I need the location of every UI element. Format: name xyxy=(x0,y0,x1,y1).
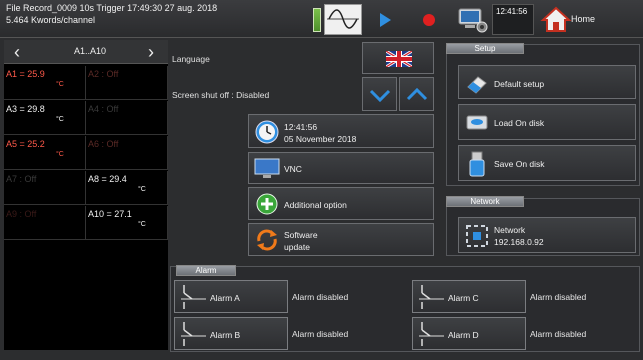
record-icon xyxy=(423,14,435,26)
uk-flag-icon xyxy=(386,51,412,67)
channel-cell[interactable]: A7 : Off xyxy=(4,171,86,205)
channel-value: A10 = 27.1 xyxy=(88,209,132,219)
channel-unit: °C xyxy=(138,221,146,228)
alarm-status: Alarm disabled xyxy=(530,329,587,339)
plus-icon xyxy=(256,193,278,215)
load-on-disk-button[interactable]: Load On disk xyxy=(458,104,636,140)
pc-settings-button[interactable] xyxy=(455,3,491,36)
channel-value: A9 : Off xyxy=(6,209,37,219)
disk-icon xyxy=(466,115,488,130)
alarm-button[interactable]: Alarm B xyxy=(174,317,288,350)
datetime-button[interactable]: 12:41:56 05 November 2018 xyxy=(248,114,434,148)
software-update-line1: Software xyxy=(284,230,318,240)
language-label: Language xyxy=(172,54,210,64)
chevron-down-icon xyxy=(369,89,391,103)
play-icon xyxy=(380,13,391,27)
alarm-name: Alarm B xyxy=(210,330,241,340)
alarm-switch-icon xyxy=(419,285,444,309)
pc-settings-icon xyxy=(458,8,488,33)
load-on-disk-label: Load On disk xyxy=(494,118,545,128)
chevron-left-icon[interactable]: ‹ xyxy=(14,43,20,61)
alarm-name: Alarm A xyxy=(210,293,240,303)
eraser-icon xyxy=(467,76,487,94)
network-ip: 192.168.0.92 xyxy=(494,237,544,247)
shutoff-down-button[interactable] xyxy=(362,77,397,111)
channel-cell[interactable]: A4 : Off xyxy=(86,101,168,135)
channel-cell[interactable]: A3 = 29.8 °C xyxy=(4,101,86,135)
default-setup-label: Default setup xyxy=(494,79,545,89)
channel-value: A5 = 25.2 xyxy=(6,139,45,149)
vnc-label: VNC xyxy=(284,164,302,174)
alarm-button[interactable]: Alarm C xyxy=(412,280,526,313)
channel-unit: °C xyxy=(56,151,64,158)
channel-value: A1 = 25.9 xyxy=(6,69,45,79)
channel-unit: °C xyxy=(138,186,146,193)
alarm-status: Alarm disabled xyxy=(292,292,349,302)
channel-value: A4 : Off xyxy=(88,104,119,114)
channel-unit: °C xyxy=(56,116,64,123)
alarm-switch-icon xyxy=(181,322,206,346)
usb-icon xyxy=(469,151,485,177)
waveform-icon xyxy=(327,9,359,29)
channel-cell[interactable]: A1 = 25.9 °C xyxy=(4,66,86,100)
alarm-name: Alarm C xyxy=(448,293,479,303)
channel-cell[interactable]: A2 : Off xyxy=(86,66,168,100)
channel-value: A7 : Off xyxy=(6,174,37,184)
alarm-switch-icon xyxy=(419,322,444,346)
alarm-button[interactable]: Alarm A xyxy=(174,280,288,313)
home-icon xyxy=(540,6,572,32)
channel-value: A2 : Off xyxy=(88,69,119,79)
datetime-date: 05 November 2018 xyxy=(284,134,357,144)
record-info: File Record_0009 10s Trigger 17:49:30 27… xyxy=(6,3,218,13)
alarm-name: Alarm D xyxy=(448,330,479,340)
chevron-right-icon[interactable]: › xyxy=(148,43,154,61)
home-label: Home xyxy=(571,14,596,24)
refresh-icon xyxy=(257,229,277,251)
network-label: Network xyxy=(494,225,526,235)
save-on-disk-button[interactable]: Save On disk xyxy=(458,145,636,181)
record-button[interactable] xyxy=(410,4,448,35)
clock-time: 12:41:56 xyxy=(496,7,528,16)
alarm-status: Alarm disabled xyxy=(530,292,587,302)
shutoff-up-button[interactable] xyxy=(399,77,434,111)
channel-unit: °C xyxy=(56,81,64,88)
vnc-button[interactable]: VNC xyxy=(248,152,434,184)
record-size: 5.464 Kwords/channel xyxy=(6,15,96,25)
channel-value: A3 = 29.8 xyxy=(6,104,45,114)
monitor-icon xyxy=(254,158,280,178)
clock-icon xyxy=(255,120,279,144)
channel-cell[interactable]: A6 : Off xyxy=(86,136,168,170)
channel-cell[interactable]: A10 = 27.1 °C xyxy=(86,206,168,240)
clock-display: 12:41:56 xyxy=(492,4,534,35)
channel-value: A6 : Off xyxy=(88,139,119,149)
chevron-up-icon xyxy=(406,87,428,101)
alarm-status: Alarm disabled xyxy=(292,329,349,339)
waveform-button[interactable] xyxy=(324,4,362,35)
alarm-button[interactable]: Alarm D xyxy=(412,317,526,350)
setup-header: Setup xyxy=(446,43,524,54)
save-on-disk-label: Save On disk xyxy=(494,159,545,169)
channel-range: A1..A10 xyxy=(73,46,107,56)
channel-value: A8 = 29.4 xyxy=(88,174,127,184)
alarm-header: Alarm xyxy=(176,265,236,276)
language-button[interactable] xyxy=(362,42,434,74)
network-button[interactable]: Network 192.168.0.92 xyxy=(458,217,636,253)
additional-option-label: Additional option xyxy=(284,200,347,210)
software-update-button[interactable]: Software update xyxy=(248,223,434,256)
default-setup-button[interactable]: Default setup xyxy=(458,65,636,99)
software-update-line2: update xyxy=(284,242,310,252)
datetime-time: 12:41:56 xyxy=(284,122,318,132)
network-icon xyxy=(466,225,488,247)
additional-option-button[interactable]: Additional option xyxy=(248,187,434,220)
channel-cell[interactable]: A8 = 29.4 °C xyxy=(86,171,168,205)
channel-cell[interactable]: A5 = 25.2 °C xyxy=(4,136,86,170)
play-button[interactable] xyxy=(366,4,404,35)
alarm-switch-icon xyxy=(181,285,206,309)
screen-shutoff-label: Screen shut off : Disabled xyxy=(172,90,270,100)
network-header: Network xyxy=(446,196,524,207)
channel-cell[interactable]: A9 : Off xyxy=(4,206,86,240)
battery-indicator xyxy=(313,8,321,32)
